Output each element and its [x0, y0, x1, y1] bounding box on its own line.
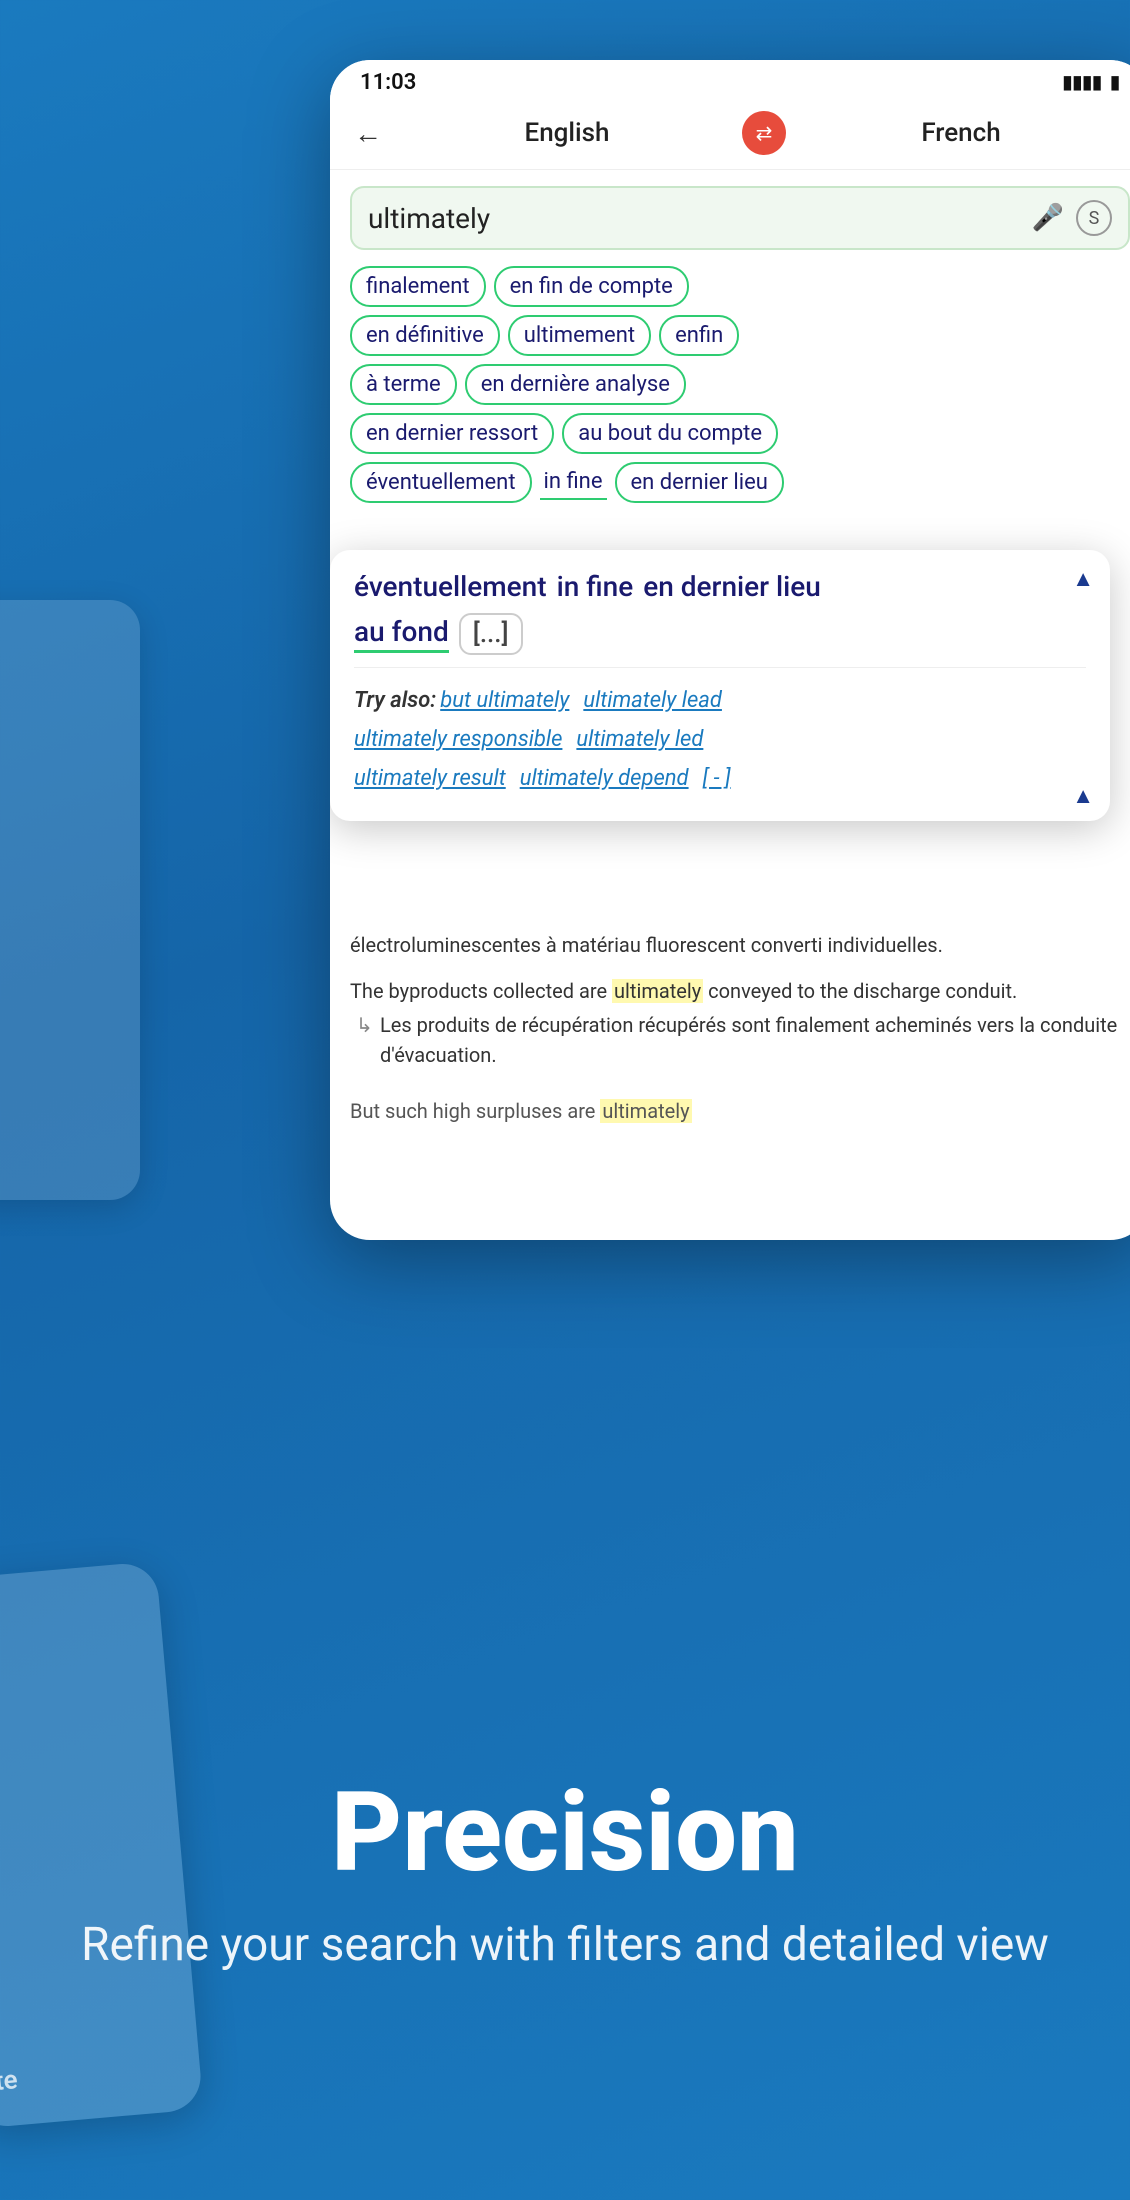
example-block-1: électroluminescentes à matériau fluoresc… — [350, 930, 1130, 960]
bottom-section: Precision Refine your search with filter… — [0, 1550, 1130, 2200]
exp-chip-eventuellement[interactable]: éventuellement — [354, 570, 547, 603]
link-ultimately-responsible[interactable]: ultimately responsible — [354, 727, 562, 752]
reverso-s: S — [1089, 208, 1100, 229]
reverso-icon[interactable]: S — [1076, 200, 1112, 236]
chip-ultimement[interactable]: ultimement — [508, 315, 651, 356]
chip-au-bout-du-compte[interactable]: au bout du compte — [562, 413, 778, 454]
expanded-chips-row: éventuellement in fine en dernier lieu — [354, 570, 1086, 603]
chips-row-3: à terme en dernière analyse — [350, 364, 1130, 405]
chips-row-2: en définitive ultimement enfin — [350, 315, 1130, 356]
example-1-en-text: électroluminescentes à matériau fluoresc… — [350, 933, 943, 957]
link-ultimately-result[interactable]: ultimately result — [354, 766, 506, 791]
example-block-3: But such high surpluses are ultimately — [350, 1086, 1130, 1126]
status-icons: ▮▮▮▮ ▮ — [1062, 72, 1120, 93]
status-bar: 11:03 ▮▮▮▮ ▮ — [330, 60, 1130, 101]
link-dash[interactable]: [ - ] — [703, 766, 731, 791]
example-2-en-highlight: ultimately — [612, 979, 703, 1003]
link-but-ultimately[interactable]: but ultimately — [440, 688, 569, 713]
exp-chip-in-fine[interactable]: in fine — [557, 570, 634, 603]
example-block-2: The byproducts collected are ultimately … — [350, 976, 1130, 1070]
try-also-row-3: ultimately result ultimately depend [ - … — [354, 762, 1086, 795]
link-ultimately-led[interactable]: ultimately led — [576, 727, 703, 752]
chips-row-1: finalement en fin de compte — [350, 266, 1130, 307]
example-2-fr-text: Les produits de récupération récupérés s… — [380, 1013, 1117, 1067]
expanded-card: éventuellement in fine en dernier lieu a… — [330, 550, 1110, 821]
source-language[interactable]: English — [402, 118, 732, 148]
divider — [354, 667, 1086, 668]
speaker-icon: 🔈 — [0, 692, 126, 734]
microphone-icon[interactable]: 🎤 — [1032, 203, 1064, 233]
chip-en-dernier-lieu[interactable]: en dernier lieu — [615, 462, 784, 503]
chips-row-4: en dernier ressort au bout du compte — [350, 413, 1130, 454]
example-2-en-prefix: The byproducts collected are — [350, 979, 612, 1003]
try-also-label: Try also: — [354, 688, 436, 713]
example-3-fade: But such high surpluses are ultimately — [350, 1086, 1130, 1126]
chips-row-5: éventuellement in fine en dernier lieu — [350, 462, 1130, 503]
exp-chip-au-fond[interactable]: au fond — [354, 615, 449, 653]
chip-a-terme[interactable]: à terme — [350, 364, 457, 405]
try-also-row-2: ultimately responsible ultimately led — [354, 723, 1086, 756]
try-also-section: Try also: but ultimately ultimately lead… — [354, 680, 1086, 805]
example-3-prefix: But such high surpluses are — [350, 1099, 600, 1123]
back-button[interactable]: ← — [354, 117, 382, 150]
try-also-row-1: Try also: but ultimately ultimately lead — [354, 684, 1086, 717]
star-icon: ☆ — [0, 620, 126, 662]
precision-title: Precision — [331, 1772, 799, 1893]
exp-chip-en-dernier-lieu[interactable]: en dernier lieu — [643, 570, 821, 603]
chip-en-fin-de-compte[interactable]: en fin de compte — [494, 266, 689, 307]
target-language[interactable]: French — [796, 118, 1126, 148]
chip-en-dernier-ressort[interactable]: en dernier ressort — [350, 413, 554, 454]
chip-finalement[interactable]: finalement — [350, 266, 486, 307]
precision-subtitle: Refine your search with filters and deta… — [81, 1913, 1049, 1977]
example-3-highlight: ultimately — [600, 1099, 691, 1123]
example-2-fr: Les produits de récupération récupérés s… — [350, 1010, 1130, 1070]
app-header: ← English ⇄ French — [330, 101, 1130, 170]
collapse-button-bottom[interactable]: ▲ — [1072, 783, 1094, 809]
left-phone-partial: ☆ 🔈 nte — [0, 600, 140, 1200]
chip-enfin[interactable]: enfin — [659, 315, 739, 356]
expanded-chips-row2: au fond [...] — [354, 613, 1086, 655]
example-1-en: électroluminescentes à matériau fluoresc… — [350, 930, 1130, 960]
clock: 11:03 — [360, 70, 416, 95]
chip-en-definitive[interactable]: en définitive — [350, 315, 500, 356]
examples-section: électroluminescentes à matériau fluoresc… — [330, 930, 1130, 1142]
swap-icon: ⇄ — [756, 121, 773, 145]
search-input[interactable]: ultimately — [368, 202, 1032, 235]
phone-mockup: 11:03 ▮▮▮▮ ▮ ← English ⇄ French ultimate… — [330, 60, 1130, 1240]
collapse-button-top[interactable]: ▲ — [1072, 566, 1094, 592]
exp-chip-ellipsis[interactable]: [...] — [459, 613, 523, 655]
chip-in-fine[interactable]: in fine — [540, 465, 607, 500]
link-ultimately-depend[interactable]: ultimately depend — [520, 766, 689, 791]
translation-chips: finalement en fin de compte en définitiv… — [330, 260, 1130, 517]
example-2-en: The byproducts collected are ultimately … — [350, 976, 1130, 1006]
swap-languages-button[interactable]: ⇄ — [742, 111, 786, 155]
battery-icon: ▮ — [1110, 72, 1120, 93]
chip-en-derniere-analyse[interactable]: en dernière analyse — [465, 364, 686, 405]
search-bar[interactable]: ultimately 🎤 S — [350, 186, 1130, 250]
link-ultimately-lead[interactable]: ultimately lead — [583, 688, 722, 713]
example-2-en-suffix: conveyed to the discharge conduit. — [703, 979, 1017, 1003]
signal-icon: ▮▮▮▮ — [1062, 72, 1102, 93]
chip-eventuellement[interactable]: éventuellement — [350, 462, 532, 503]
